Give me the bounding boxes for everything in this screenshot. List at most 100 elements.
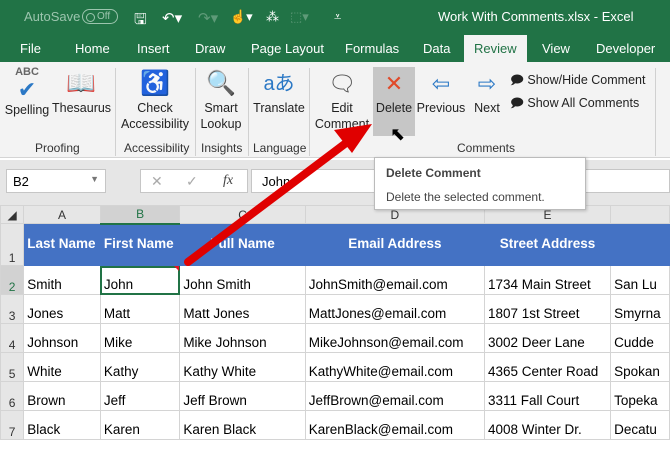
cell[interactable]: Brown [23,381,101,411]
autosave-toggle[interactable]: Off [82,9,118,24]
spelling-button[interactable]: ABC ✔ Spelling [4,66,50,118]
header-cell[interactable]: Last Name [23,223,101,266]
book-icon: 📖 [66,70,96,97]
cell[interactable]: John Smith [179,265,306,295]
touch-mode-icon[interactable]: ☝▾ [230,9,253,25]
delete-comment-icon: ✕ [384,71,404,96]
edit-comment-button[interactable]: 🗨 Edit Comment [314,68,370,132]
cell[interactable]: Cudde [610,323,670,353]
active-cell-with-comment[interactable]: John [99,265,181,295]
cell[interactable]: Smith [23,265,101,295]
cell[interactable]: KarenBlack@email.com [304,410,485,440]
cell[interactable]: Topeka [610,381,670,411]
cell[interactable]: San Lu [610,265,670,295]
row-header[interactable]: 3 [0,294,25,324]
share-icon[interactable]: ⁂ [266,9,279,25]
customize-icon[interactable]: ⩡ [334,9,341,25]
cell[interactable]: MattJones@email.com [304,294,485,324]
group-accessibility: Accessibility [124,141,190,155]
tab-home[interactable]: Home [75,41,110,56]
column-header-a[interactable]: A [23,205,101,224]
row-header[interactable]: 1 [0,223,25,266]
column-header-c[interactable]: C [179,205,306,224]
show-hide-comment-button[interactable]: 🗩 Show/Hide Comment [510,72,645,88]
header-cell[interactable] [610,223,670,266]
ribbon-tabs: File Home Insert Draw Page Layout Formul… [0,35,670,62]
cell[interactable]: Black [23,410,101,440]
redo-icon[interactable]: ↷▾ [198,9,218,27]
cell[interactable]: Decatu [610,410,670,440]
show-all-comments-button[interactable]: 🗩 Show All Comments [510,95,639,111]
delete-label: Delete [375,101,413,115]
row-header[interactable]: 5 [0,352,25,382]
tooltip-title: Delete Comment [386,166,481,180]
cell[interactable]: JeffBrown@email.com [304,381,485,411]
row-header[interactable]: 7 [0,410,25,440]
table-row: 5 White Kathy Kathy White KathyWhite@email.c… [0,352,670,382]
cell[interactable]: Jeff [99,381,181,411]
row-header[interactable]: 6 [0,381,25,411]
check-accessibility-button[interactable]: ♿ Check Accessibility [120,68,190,132]
translate-button[interactable]: aあ Translate [251,68,307,116]
tab-review[interactable]: Review [464,35,527,62]
cell[interactable]: Mike Johnson [179,323,306,353]
enter-icon[interactable]: ✓ [186,173,198,190]
comments-icon: 🗩 [510,96,528,110]
cell[interactable]: 1734 Main Street [483,265,612,295]
cell[interactable]: Kathy White [179,352,306,382]
cell[interactable]: Matt [99,294,181,324]
cell[interactable]: Karen Black [179,410,306,440]
cell[interactable]: 3311 Fall Court [483,381,612,411]
header-cell[interactable]: Email Address [304,223,485,266]
cell[interactable]: Karen [99,410,181,440]
column-header-f[interactable] [610,205,670,224]
tab-formulas[interactable]: Formulas [345,41,399,56]
thesaurus-button[interactable]: 📖 Thesaurus [52,68,111,116]
cell[interactable]: Mike [99,323,181,353]
cell[interactable]: Johnson [23,323,101,353]
translate-icon: aあ [263,73,295,95]
name-box[interactable]: B2 ▼ [6,169,106,193]
save-icon[interactable]: 🖫 [134,9,147,34]
cell[interactable]: Kathy [99,352,181,382]
shape-icon[interactable]: ⬚▾ [290,9,309,25]
cell[interactable]: 4365 Center Road [483,352,612,382]
tab-page-layout[interactable]: Page Layout [251,41,324,56]
cancel-icon[interactable]: ✕ [151,173,163,190]
delete-comment-button[interactable]: ✕ Delete [373,68,415,116]
previous-comment-icon: ⇦ [431,71,451,96]
tab-draw[interactable]: Draw [195,41,225,56]
cell[interactable]: White [23,352,101,382]
cell[interactable]: Spokan [610,352,670,382]
cell[interactable]: Jeff Brown [179,381,306,411]
header-cell[interactable]: First Name [99,223,181,266]
cell[interactable]: Matt Jones [179,294,306,324]
cell[interactable]: Smyrna [610,294,670,324]
next-label: Next [474,101,500,115]
insert-function-icon[interactable]: fx [223,173,233,189]
cell[interactable]: JohnSmith@email.com [304,265,485,295]
row-header[interactable]: 4 [0,323,25,353]
tab-developer[interactable]: Developer [596,41,655,56]
tab-data[interactable]: Data [423,41,450,56]
select-all-button[interactable]: ◢ [0,205,25,224]
header-cell[interactable]: Full Name [179,223,306,266]
chevron-down-icon[interactable]: ▼ [90,174,99,184]
tab-view[interactable]: View [542,41,570,56]
row-header[interactable]: 2 [0,265,25,295]
smart-lookup-button[interactable]: 🔍 Smart Lookup [198,68,244,132]
cell[interactable]: 3002 Deer Lane [483,323,612,353]
next-comment-button[interactable]: ⇨ Next [470,68,504,116]
cell[interactable]: MikeJohnson@email.com [304,323,485,353]
undo-icon[interactable]: ↶▾ [162,9,182,27]
cell[interactable]: 1807 1st Street [483,294,612,324]
cell[interactable]: Jones [23,294,101,324]
column-header-b[interactable]: B [99,205,181,225]
tab-insert[interactable]: Insert [137,41,170,56]
previous-comment-button[interactable]: ⇦ Previous [415,68,467,116]
tab-file[interactable]: File [20,41,41,56]
cell[interactable]: KathyWhite@email.com [304,352,485,382]
cell[interactable]: 4008 Winter Dr. [483,410,612,440]
divider [248,68,249,156]
header-cell[interactable]: Street Address [483,223,612,266]
